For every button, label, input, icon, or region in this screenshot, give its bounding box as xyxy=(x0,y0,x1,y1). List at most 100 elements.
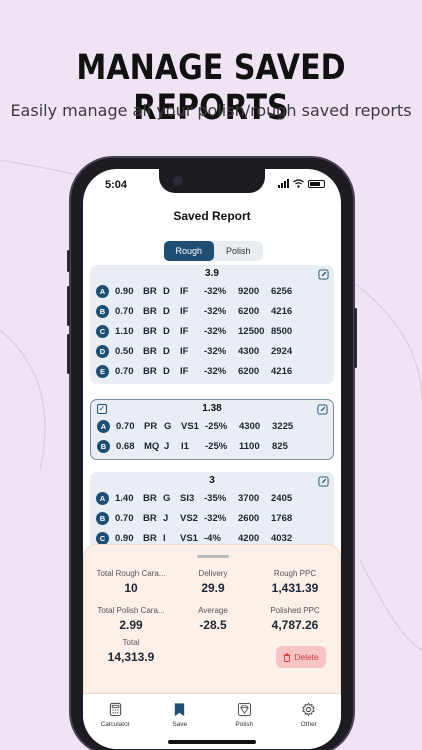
row-cell: D xyxy=(163,345,170,357)
delete-label: Delete xyxy=(294,652,319,662)
row-letter-badge: A xyxy=(96,284,109,298)
row-cell: 8500 xyxy=(271,325,293,337)
row-cell: IF xyxy=(180,365,189,377)
stat-value: -28.5 xyxy=(199,618,227,632)
camera xyxy=(173,176,183,186)
delete-button[interactable]: Delete xyxy=(276,646,326,668)
report-rows: A 0.70 PR G VS1 -25% 4300 3225 B 0.68 MQ J I1 -25% 110… xyxy=(97,416,327,456)
row-cell: -32% xyxy=(204,345,227,357)
row-cell: BR xyxy=(143,532,157,544)
row-cell: BR xyxy=(143,345,157,357)
row-cell: D xyxy=(163,325,170,337)
row-cell: -32% xyxy=(204,512,227,524)
row-cell: D xyxy=(163,285,170,297)
diamond-icon xyxy=(237,702,251,717)
report-title: 3 xyxy=(209,475,215,486)
report-row: A 0.70 PR G VS1 -25% 4300 3225 xyxy=(97,416,327,436)
row-cell: SI3 xyxy=(180,492,195,504)
row-cell: 0.70 xyxy=(115,365,134,377)
row-cell: 0.68 xyxy=(116,440,135,452)
battery-icon xyxy=(308,179,325,188)
report-title: 3.9 xyxy=(205,268,219,279)
row-cell: 0.70 xyxy=(115,305,134,317)
app-screen: 5:04 Saved Report Rough Polish 3.9 A 0.90… xyxy=(83,169,341,749)
calculator-icon xyxy=(109,702,121,717)
report-row: C 1.10 BR D IF -32% 12500 8500 xyxy=(96,321,328,341)
gear-icon xyxy=(302,702,316,717)
row-cell: 2924 xyxy=(271,345,293,357)
phone-power-button xyxy=(354,308,357,368)
report-card-2[interactable]: ✓ 1.38 A 0.70 PR G VS1 -25% 4300 3225 B 0.68 MQ J I1… xyxy=(90,399,334,460)
page-title: Saved Report xyxy=(173,209,251,223)
row-cell: BR xyxy=(143,325,157,337)
stat-value: 29.9 xyxy=(201,581,225,595)
stat-total-rough: Total Rough Cara... 10 xyxy=(90,569,172,595)
stat-label: Average xyxy=(198,606,228,615)
home-indicator xyxy=(168,740,256,744)
edit-icon[interactable] xyxy=(318,476,329,487)
report-row: B 0.70 BR D IF -32% 6200 4216 xyxy=(96,301,328,321)
row-cell: 6200 xyxy=(238,305,260,317)
segment-polish[interactable]: Polish xyxy=(214,241,264,261)
row-cell: G xyxy=(163,492,171,504)
stat-value: 4,787.26 xyxy=(271,618,319,632)
row-cell: -25% xyxy=(205,440,228,452)
phone-volume-down xyxy=(67,334,70,374)
report-card-1[interactable]: 3.9 A 0.90 BR D IF -32% 9200 6256 B 0.70 BR D IF -32%… xyxy=(90,265,334,384)
row-letter-badge: B xyxy=(96,304,109,318)
stat-rough-ppc: Rough PPC 1,431.39 xyxy=(254,569,336,595)
report-rows: A 0.90 BR D IF -32% 9200 6256 B 0.70 BR D IF -32% 6200… xyxy=(96,281,328,381)
row-cell: 4032 xyxy=(271,532,293,544)
segment-rough[interactable]: Rough xyxy=(164,241,214,261)
row-letter-badge: D xyxy=(96,344,109,358)
row-letter-badge: B xyxy=(97,439,110,453)
row-cell: -32% xyxy=(204,285,227,297)
tab-calculator[interactable]: Calculator xyxy=(85,702,145,749)
phone-frame: 5:04 Saved Report Rough Polish 3.9 A 0.90… xyxy=(67,156,357,750)
row-cell: BR xyxy=(143,492,157,504)
stat-value: 2.99 xyxy=(119,618,143,632)
row-cell: 0.70 xyxy=(116,420,135,432)
report-row: D 0.50 BR D IF -32% 4300 2924 xyxy=(96,341,328,361)
edit-icon[interactable] xyxy=(318,269,329,280)
stat-polished-ppc: Polished PPC 4,787.26 xyxy=(254,606,336,632)
row-cell: 3225 xyxy=(272,420,294,432)
report-rows: A 1.40 BR G SI3 -35% 3700 2405 B 0.70 BR J VS2 -32% 26… xyxy=(96,488,328,548)
tab-other[interactable]: Other xyxy=(279,702,339,749)
row-cell: 4200 xyxy=(238,532,260,544)
row-cell: 12500 xyxy=(238,325,265,337)
stat-label: Delivery xyxy=(198,569,228,578)
checkbox-checked-icon[interactable]: ✓ xyxy=(97,404,107,414)
row-cell: 825 xyxy=(272,440,288,452)
row-cell: 1100 xyxy=(239,440,260,452)
row-letter-badge: A xyxy=(97,419,110,433)
stat-value: 10 xyxy=(124,581,138,595)
row-letter-badge: C xyxy=(96,324,109,338)
tab-label: Calculator xyxy=(100,721,130,728)
report-row: A 0.90 BR D IF -32% 9200 6256 xyxy=(96,281,328,301)
summary-panel: Total Rough Cara... 10 Delivery 29.9 Rou… xyxy=(83,544,341,694)
row-cell: IF xyxy=(180,325,189,337)
row-cell: 6200 xyxy=(238,365,260,377)
row-cell: 6256 xyxy=(271,285,293,297)
edit-icon[interactable] xyxy=(317,404,328,415)
row-cell: -32% xyxy=(204,325,227,337)
row-cell: 4216 xyxy=(271,365,293,377)
row-cell: BR xyxy=(143,365,157,377)
report-row: B 0.68 MQ J I1 -25% 1100 825 xyxy=(97,436,327,456)
row-cell: I1 xyxy=(181,440,189,452)
row-letter-badge: C xyxy=(96,531,109,545)
drag-handle[interactable] xyxy=(197,555,229,558)
row-cell: -32% xyxy=(204,365,227,377)
bookmark-icon xyxy=(175,703,185,717)
row-cell: 9200 xyxy=(238,285,260,297)
row-cell: -25% xyxy=(205,420,228,432)
row-cell: -32% xyxy=(204,305,227,317)
row-cell: 1.10 xyxy=(115,325,134,337)
row-cell: 4300 xyxy=(239,420,261,432)
subheadline: Easily manage all your polish/rough save… xyxy=(10,101,412,120)
report-title: 1.38 xyxy=(202,403,222,414)
status-time: 5:04 xyxy=(105,179,128,191)
notch xyxy=(159,169,265,193)
stat-average: Average -28.5 xyxy=(172,606,254,632)
